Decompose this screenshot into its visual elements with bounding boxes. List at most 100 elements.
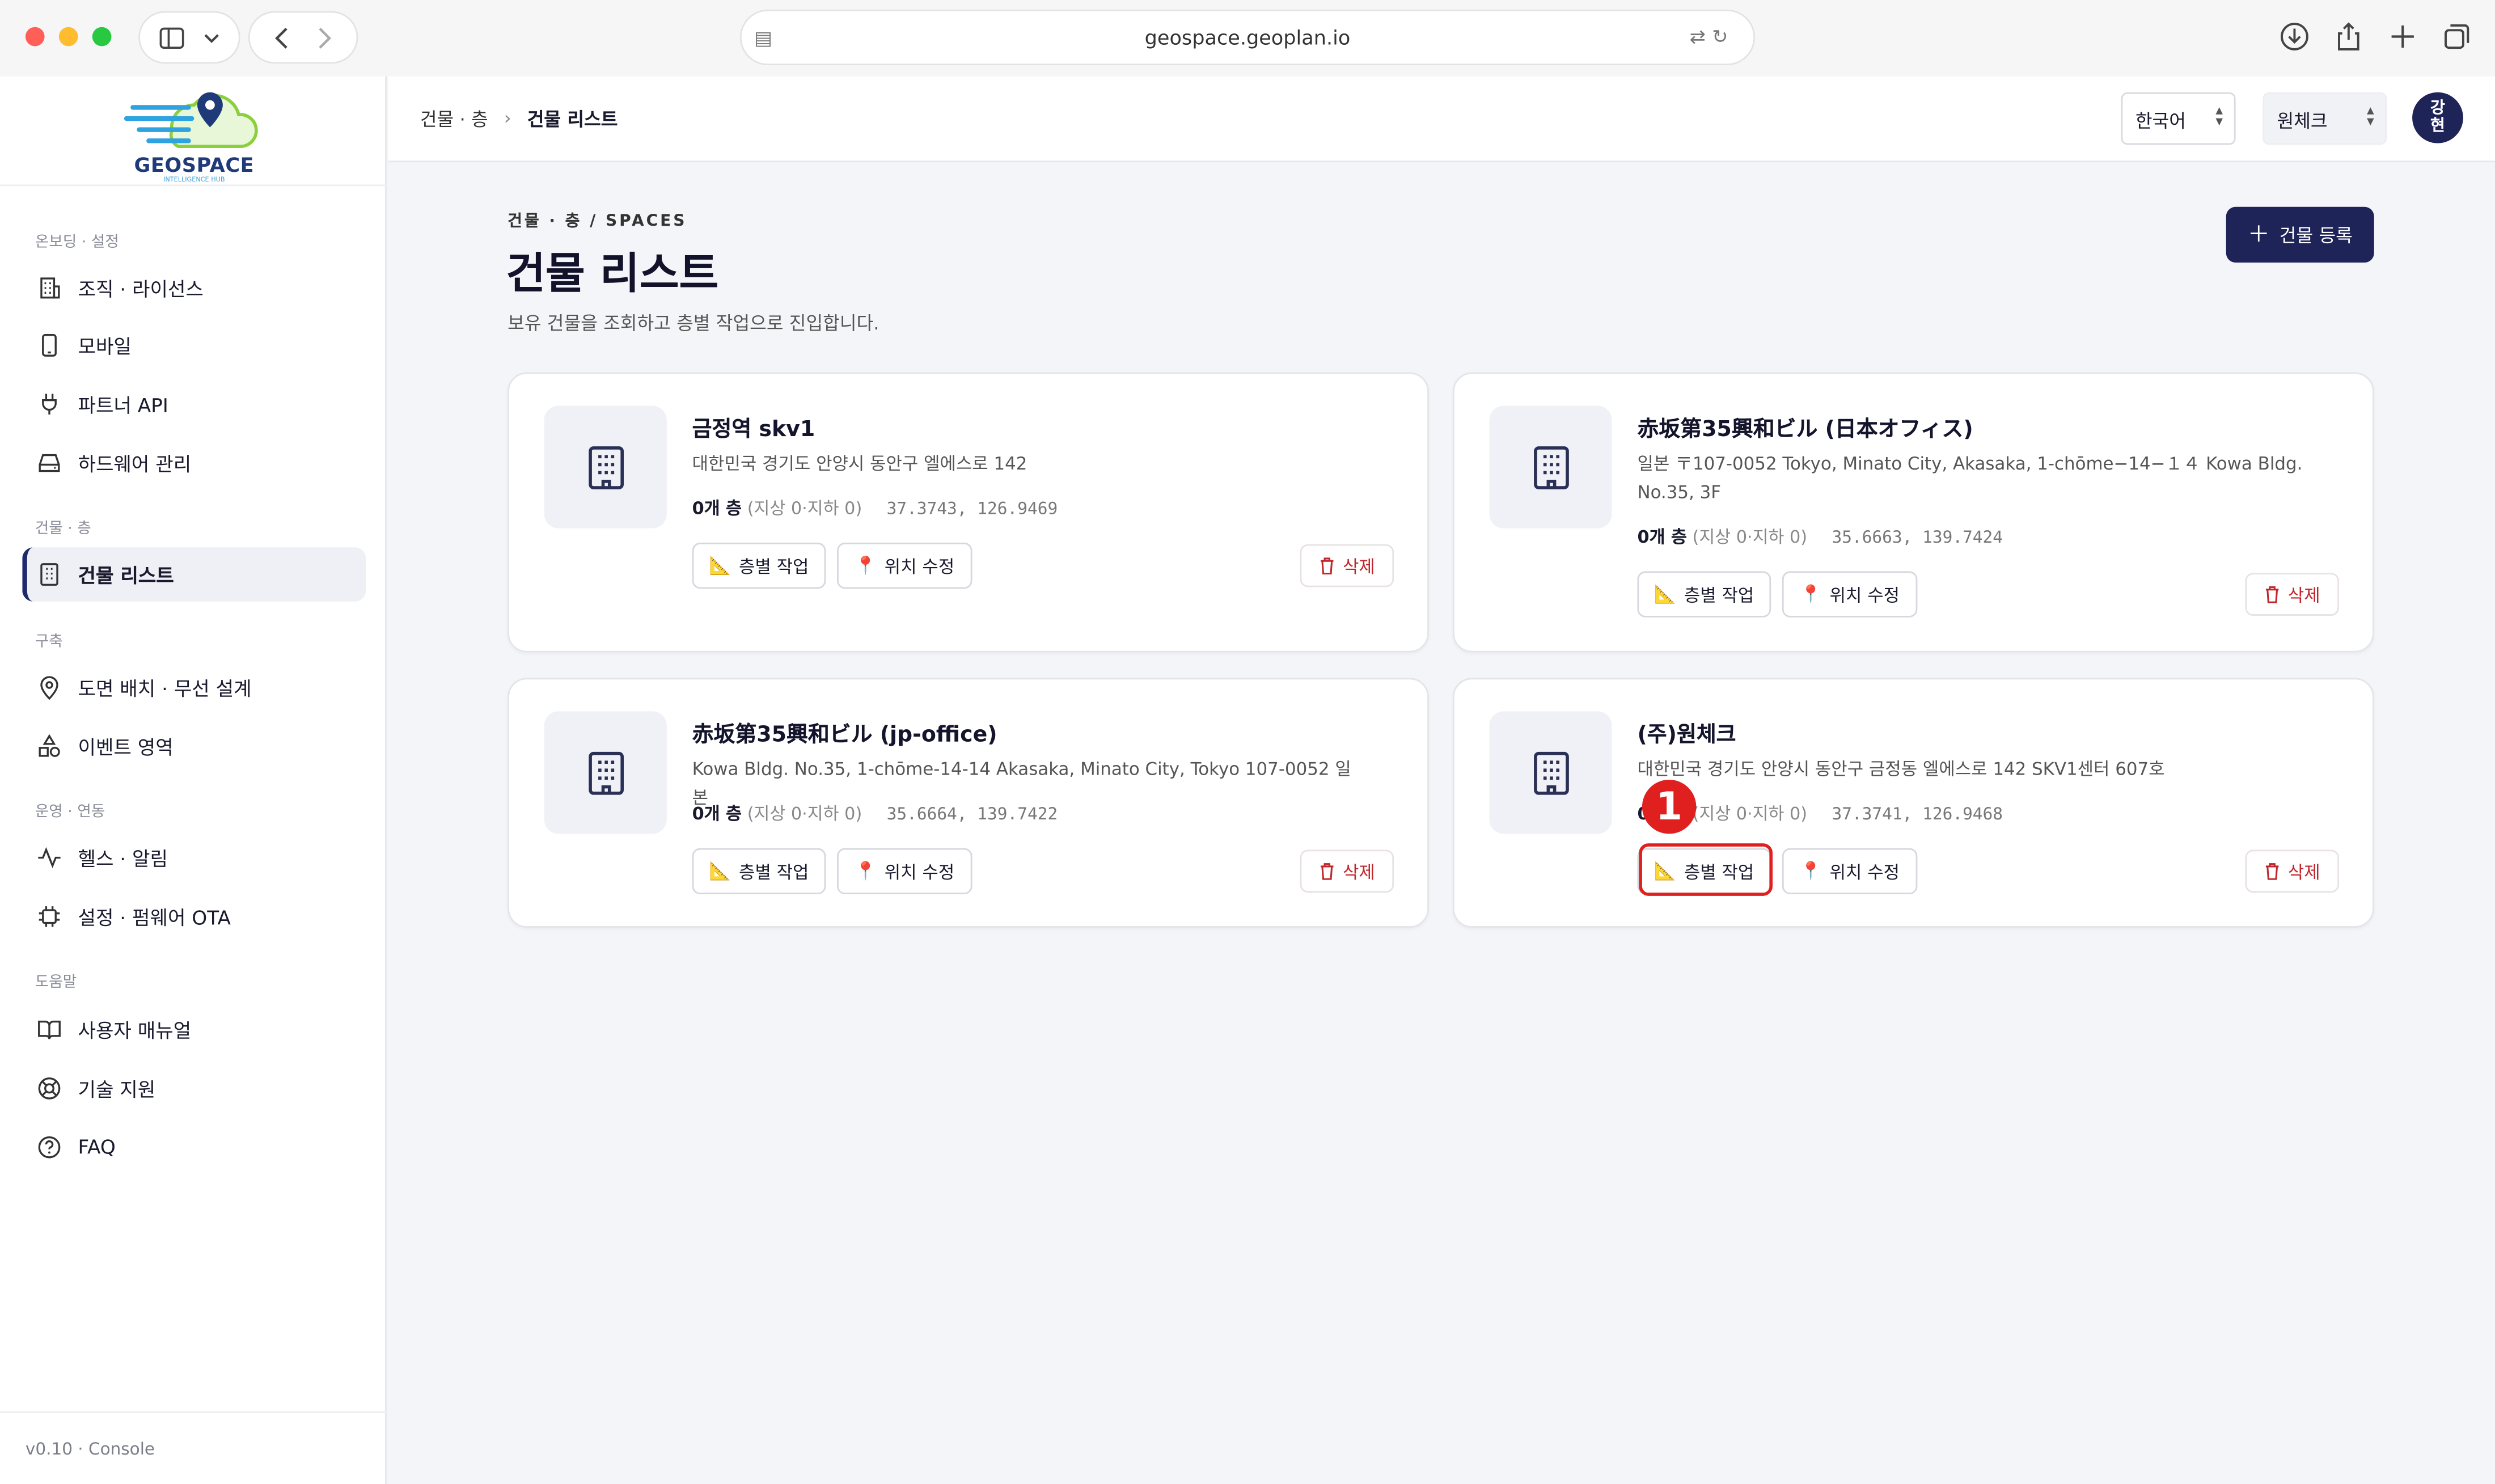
pushpin-icon: 📍 [855, 861, 877, 882]
floor-count: 0개 층 [692, 804, 742, 825]
edit-location-label: 위치 수정 [1829, 585, 1900, 606]
floor-work-button[interactable]: 📐 층별 작업 [692, 542, 826, 589]
delete-label: 삭제 [2287, 861, 2320, 882]
language-select[interactable]: 한국어 ▴ ▾ [2121, 92, 2236, 145]
building-card: 赤坂第35興和ビル (jp-office) Kowa Bldg. No.35, … [508, 678, 1429, 928]
annotation-step-badge: 1 [1642, 779, 1697, 834]
back-arrow-icon[interactable] [273, 26, 289, 48]
building-list-icon [40, 563, 58, 586]
forward-arrow-icon[interactable] [317, 26, 333, 48]
sidebar-toggle-icon[interactable] [159, 26, 185, 48]
sidebar-item-building-list[interactable]: 건물 리스트 [22, 547, 366, 602]
building-icon [40, 277, 60, 299]
building-icon-tile [544, 405, 667, 529]
download-icon[interactable] [2278, 19, 2310, 54]
ruler-triangle-icon: 📐 [1654, 584, 1676, 605]
breadcrumb-item-buildings[interactable]: 건물 · 층 [420, 107, 488, 132]
delete-button[interactable]: 삭제 [2245, 849, 2339, 893]
edit-location-button[interactable]: 📍 위치 수정 [837, 542, 972, 589]
building-name[interactable]: 赤坂第35興和ビル (日本オフィス) [1637, 411, 1973, 442]
sidebar-item-firmware[interactable]: 설정 · 펌웨어 OTA [22, 890, 366, 944]
logo-mark-icon [124, 92, 258, 148]
chevron-down-icon[interactable] [204, 31, 219, 44]
building-icon [587, 445, 623, 489]
breadcrumb: 건물 · 층 › 건물 리스트 [420, 107, 618, 132]
sidebar-item-mobile[interactable]: 모바일 [22, 318, 366, 372]
delete-button[interactable]: 삭제 [2245, 573, 2339, 616]
edit-location-button[interactable]: 📍 위치 수정 [1782, 848, 1918, 895]
zoom-window-button[interactable] [92, 27, 112, 46]
sidebar-item-faq[interactable]: FAQ [22, 1121, 366, 1174]
page-subtitle: 보유 건물을 조회하고 층별 작업으로 진입합니다. [508, 311, 879, 335]
building-icon [1533, 445, 1568, 489]
sidebar-item-support[interactable]: 기술 지원 [22, 1062, 366, 1115]
building-meta: 0개 층 (지상 0·지하 0) 37.3743, 126.9469 [692, 495, 1058, 521]
edit-location-label: 위치 수정 [884, 861, 955, 882]
floor-work-button[interactable]: 📐 층별 작업 [1637, 571, 1771, 618]
organization-select[interactable]: 원체크 ▴ ▾ [2263, 92, 2387, 145]
geospace-logo[interactable]: GEOSPACE INTELLIGENCE HUB [124, 83, 264, 183]
avatar[interactable]: 강 현 [2412, 92, 2463, 143]
new-tab-icon[interactable] [2387, 19, 2418, 54]
floor-detail: (지상 0·지하 0) [1692, 804, 1808, 825]
chip-icon [39, 906, 60, 927]
building-icon-tile [1489, 711, 1612, 834]
delete-label: 삭제 [1343, 556, 1375, 577]
edit-location-button[interactable]: 📍 위치 수정 [1782, 571, 1918, 618]
floor-work-button[interactable]: 📐 층별 작업 [692, 848, 826, 895]
address-bar[interactable]: ▤ geospace.geoplan.io ⇄↻ [741, 11, 1754, 64]
building-name[interactable]: (주)원체크 [1637, 716, 1736, 748]
edit-location-label: 위치 수정 [1829, 861, 1900, 882]
coordinates: 35.6663, 139.7424 [1832, 528, 2003, 548]
tab-overview-icon[interactable] [2441, 19, 2473, 54]
trash-icon [1320, 863, 1334, 880]
logo-title: GEOSPACE [134, 153, 255, 177]
register-building-label: 건물 등록 [2279, 223, 2353, 246]
browser-actions [2278, 19, 2472, 54]
delete-label: 삭제 [2287, 585, 2320, 606]
sidebar-item-health[interactable]: 헬스 · 알림 [22, 831, 366, 885]
edit-location-label: 위치 수정 [884, 556, 955, 577]
sidebar-item-partner-api[interactable]: 파트너 API [22, 377, 366, 431]
sidebar-item-manual[interactable]: 사용자 매뉴얼 [22, 1003, 366, 1056]
sidebar-item-label: 파트너 API [78, 394, 168, 417]
organization-value: 원체크 [2277, 109, 2328, 132]
select-arrows-icon: ▴ ▾ [2215, 103, 2223, 131]
hardware-icon [39, 454, 60, 472]
sidebar-item-hardware[interactable]: 하드웨어 관리 [22, 436, 366, 490]
shapes-icon [39, 734, 60, 757]
delete-button[interactable]: 삭제 [1300, 849, 1394, 893]
annotation-highlight-box [1639, 843, 1773, 896]
building-icon-tile [1489, 405, 1612, 529]
register-building-button[interactable]: ＋ 건물 등록 [2226, 206, 2374, 263]
translate-reload-icons[interactable]: ⇄↻ [1690, 26, 1735, 48]
floor-detail: (지상 0·지하 0) [1692, 526, 1808, 548]
edit-location-button[interactable]: 📍 위치 수정 [837, 848, 972, 895]
sidebar-item-event-zone[interactable]: 이벤트 영역 [22, 719, 366, 773]
floor-work-label: 층별 작업 [739, 861, 809, 882]
pushpin-icon: 📍 [1800, 584, 1822, 605]
building-card: 금정역 skv1 대한민국 경기도 안양시 동안구 엘에스로 142 0개 층 … [508, 372, 1429, 653]
pushpin-icon: 📍 [855, 555, 877, 576]
sidebar-item-label: 모바일 [78, 336, 132, 358]
sidebar-item-label: 건물 리스트 [78, 565, 174, 587]
building-name[interactable]: 금정역 skv1 [692, 411, 815, 442]
coordinates: 35.6664, 139.7422 [886, 805, 1058, 825]
trash-icon [2265, 863, 2279, 880]
close-window-button[interactable] [25, 27, 45, 46]
sidebar-divider [0, 184, 387, 187]
mobile-icon [42, 334, 57, 357]
sidebar-item-organization[interactable]: 조직 · 라이선스 [22, 261, 366, 315]
question-icon [38, 1136, 61, 1159]
sidebar-item-label: 기술 지원 [78, 1079, 156, 1101]
delete-button[interactable]: 삭제 [1300, 544, 1394, 587]
lifebuoy-icon [38, 1077, 61, 1100]
share-icon[interactable] [2333, 19, 2365, 54]
book-icon [38, 1020, 61, 1039]
select-arrows-icon: ▴ ▾ [2367, 103, 2374, 131]
minimize-window-button[interactable] [58, 27, 78, 46]
building-name[interactable]: 赤坂第35興和ビル (jp-office) [692, 716, 997, 748]
language-value: 한국어 [2135, 109, 2186, 132]
sidebar-item-floorplan[interactable]: 도면 배치 · 무선 설계 [22, 661, 366, 714]
topbar: 건물 · 층 › 건물 리스트 한국어 ▴ ▾ 원체크 ▴ ▾ 강 현 [388, 76, 2495, 163]
